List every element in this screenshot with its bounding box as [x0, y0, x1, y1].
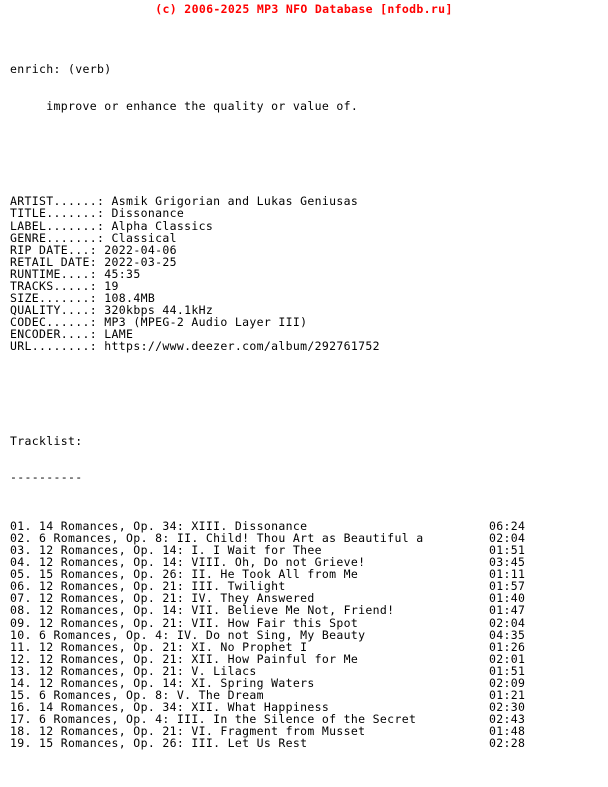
tracklist: 01. 14 Romances, Op. 34: XIII. Dissonanc…	[10, 520, 608, 750]
tracklist-heading: Tracklist:	[10, 434, 83, 449]
definition-meaning: improve or enhance the quality or value …	[10, 98, 359, 113]
metadata-label: URL........:	[10, 339, 98, 354]
track-duration: 02:04	[489, 615, 526, 630]
metadata-value: https://www.deezer.com/album/292761752	[97, 339, 380, 354]
tracklist-heading-rule: ----------	[10, 470, 83, 485]
nfo-database-copyright-header: (c) 2006-2025 MP3 NFO Database [nfodb.ru…	[155, 2, 453, 16]
track-duration: 01:11	[489, 567, 526, 582]
track-duration: 01:40	[489, 591, 526, 606]
track-duration: 01:57	[489, 579, 526, 594]
definition-term: enrich: (verb)	[10, 62, 112, 77]
track-row: 19. 15 Romances, Op. 26: III. Let Us Res…	[10, 737, 608, 749]
track-duration: 03:45	[489, 555, 526, 570]
track-duration: 02:04	[489, 530, 526, 545]
track-duration: 01:47	[489, 603, 526, 618]
track-duration: 01:51	[489, 542, 526, 557]
track-duration: 01:26	[489, 639, 526, 654]
track-duration: 02:01	[489, 651, 526, 666]
track-duration: 02:43	[489, 712, 526, 727]
nfo-page: (c) 2006-2025 MP3 NFO Database [nfodb.ru…	[0, 0, 608, 750]
track-duration: 01:21	[489, 688, 526, 703]
track-duration: 01:51	[489, 663, 526, 678]
release-metadata-list: ARTIST......: Asmik Grigorian and Lukas …	[10, 195, 608, 352]
track-duration: 02:28	[489, 736, 526, 751]
metadata-row: URL........: https://www.deezer.com/albu…	[10, 340, 608, 352]
track-duration: 04:35	[489, 627, 526, 642]
track-duration: 06:24	[489, 518, 526, 533]
track-duration: 02:09	[489, 675, 526, 690]
nfo-body: enrich: (verb) improve or enhance the qu…	[0, 27, 608, 786]
track-title: 19. 15 Romances, Op. 26: III. Let Us Res…	[10, 736, 308, 751]
track-duration: 02:30	[489, 700, 526, 715]
track-duration: 01:48	[489, 724, 526, 739]
